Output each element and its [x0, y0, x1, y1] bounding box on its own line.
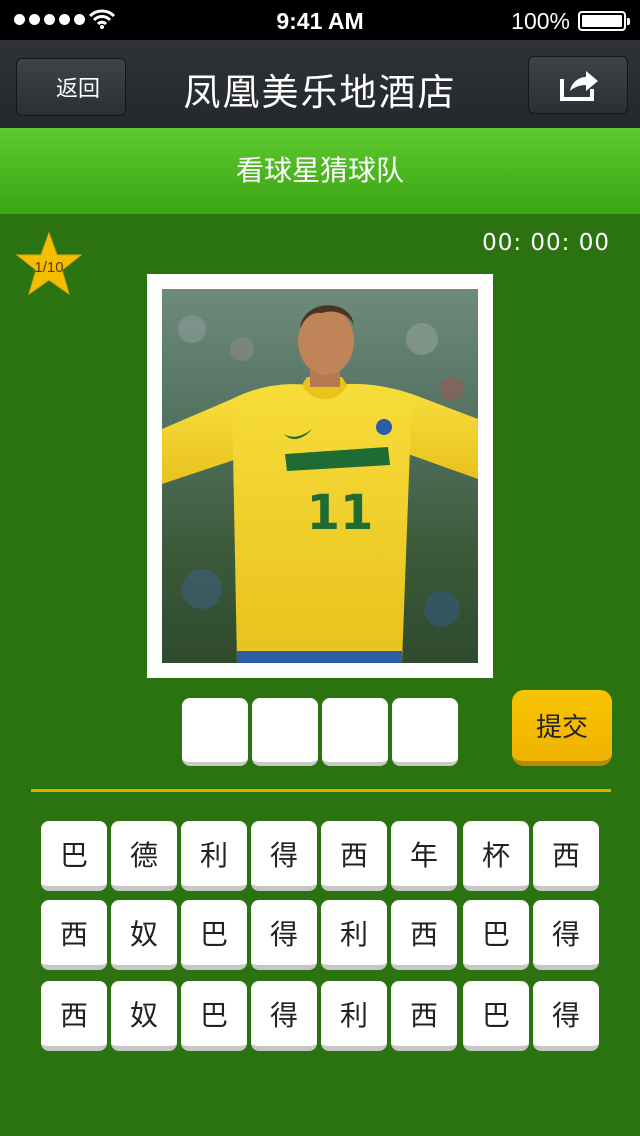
player-photo-frame: 11	[147, 274, 493, 678]
char-tile[interactable]: 得	[251, 981, 317, 1051]
answer-slot[interactable]	[322, 698, 388, 766]
battery-icon	[578, 11, 630, 31]
char-tile[interactable]: 西	[533, 821, 599, 891]
navigation-bar: 返回 凤凰美乐地酒店	[0, 40, 640, 128]
char-tile[interactable]: 巴	[41, 821, 107, 891]
char-tile[interactable]: 西	[41, 981, 107, 1051]
char-tile[interactable]: 巴	[463, 981, 529, 1051]
char-tile[interactable]: 得	[533, 981, 599, 1051]
char-tile[interactable]: 巴	[181, 981, 247, 1051]
char-tile[interactable]: 奴	[111, 900, 177, 970]
char-tile[interactable]: 巴	[463, 900, 529, 970]
divider	[31, 789, 611, 792]
char-tile[interactable]: 西	[41, 900, 107, 970]
jersey-number: 11	[307, 485, 374, 541]
char-tile[interactable]: 得	[533, 900, 599, 970]
answer-slot[interactable]	[392, 698, 458, 766]
share-button[interactable]	[528, 56, 628, 114]
player-photo: 11	[162, 289, 478, 663]
char-tile[interactable]: 得	[251, 821, 317, 891]
char-tile[interactable]: 西	[391, 900, 457, 970]
answer-slot[interactable]	[252, 698, 318, 766]
char-tile[interactable]: 年	[391, 821, 457, 891]
char-tile[interactable]: 利	[321, 900, 387, 970]
progress-indicator: 1/10	[34, 259, 64, 276]
answer-slot[interactable]	[182, 698, 248, 766]
char-tile[interactable]: 杯	[463, 821, 529, 891]
char-tile[interactable]: 奴	[111, 981, 177, 1051]
char-tile[interactable]: 西	[391, 981, 457, 1051]
status-bar: 9:41 AM 100%	[0, 0, 640, 40]
battery-percentage: 100%	[511, 8, 570, 34]
char-tile[interactable]: 西	[321, 821, 387, 891]
char-tile[interactable]: 巴	[181, 900, 247, 970]
char-tile[interactable]: 德	[111, 821, 177, 891]
timer: 00: 00: 00	[482, 230, 610, 256]
char-tile[interactable]: 利	[181, 821, 247, 891]
char-tile[interactable]: 得	[251, 900, 317, 970]
game-header: 看球星猜球队	[0, 128, 640, 214]
submit-button[interactable]: 提交	[512, 690, 612, 766]
share-icon	[560, 71, 598, 101]
char-tile[interactable]: 利	[321, 981, 387, 1051]
